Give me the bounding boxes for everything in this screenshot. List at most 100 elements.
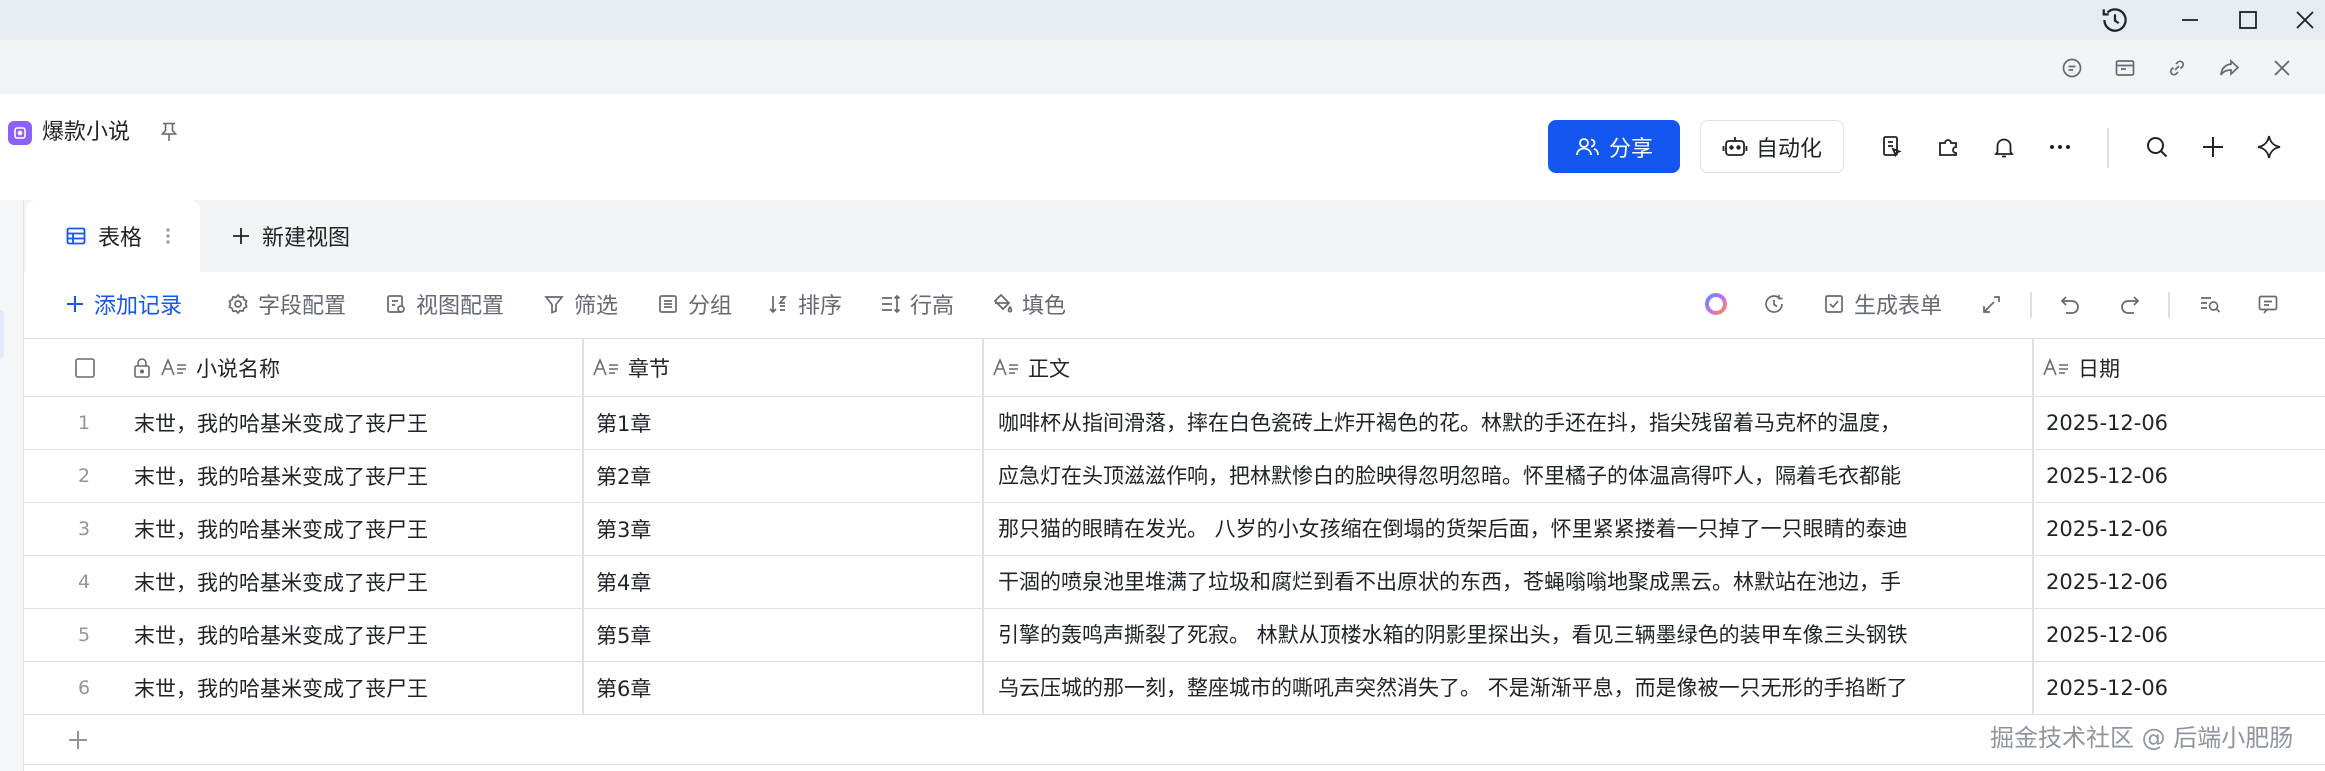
cell-body[interactable]: 那只猫的眼睛在发光。 八岁的小女孩缩在倒塌的货架后面，怀里紧紧搂着一只掉了一只眼… [998, 503, 2044, 555]
view-config-button[interactable]: 视图配置 [384, 286, 504, 322]
cell-body[interactable]: 应急灯在头顶滋滋作响，把林默惨白的脸映得忽明忽暗。怀里橘子的体温高得吓人，隔着毛… [998, 450, 2044, 502]
cell-body[interactable]: 干涸的喷泉池里堆满了垃圾和腐烂到看不出原状的东西，苍蝇嗡嗡地聚成黑云。林默站在池… [998, 556, 2044, 608]
generate-form-button[interactable]: 生成表单 [1822, 286, 1942, 322]
cell-chapter[interactable]: 第5章 [596, 609, 976, 661]
comment-icon[interactable] [2052, 48, 2092, 88]
cell-chapter[interactable]: 第3章 [596, 503, 976, 555]
table-row[interactable]: 6 末世，我的哈基米变成了丧尸王 第6章 乌云压城的那一刻，整座城市的嘶吼声突然… [24, 662, 2325, 715]
table-row[interactable]: 3 末世，我的哈基米变成了丧尸王 第3章 那只猫的眼睛在发光。 八岁的小女孩缩在… [24, 503, 2325, 556]
column-header-date-label: 日期 [2078, 356, 2120, 381]
cell-chapter[interactable]: 第2章 [596, 450, 976, 502]
cell-chapter[interactable]: 第1章 [596, 397, 976, 449]
add-row-bar[interactable] [24, 713, 2325, 765]
column-header-body[interactable]: 正文 [992, 339, 2032, 396]
history-icon[interactable] [2085, 0, 2145, 40]
table-row[interactable]: 5 末世，我的哈基米变成了丧尸王 第5章 引擎的轰鸣声撕裂了死寂。 林默从顶楼水… [24, 609, 2325, 662]
group-label: 分组 [688, 294, 733, 319]
rail-indicator [0, 310, 4, 358]
cell-body[interactable]: 引擎的轰鸣声撕裂了死寂。 林默从顶楼水箱的阴影里探出头，看见三辆墨绿色的装甲车像… [998, 609, 2044, 661]
column-header-chapter[interactable]: 章节 [592, 339, 972, 396]
column-header-name[interactable]: 小说名称 [132, 339, 572, 396]
comment-icon[interactable] [2250, 286, 2286, 322]
ai-color-icon[interactable] [1698, 286, 1734, 322]
cell-date[interactable]: 2025-12-06 [2046, 450, 2316, 502]
table-header-row: 小说名称 章节 正文 日期 [24, 338, 2325, 397]
search-icon[interactable] [2136, 126, 2178, 168]
cell-chapter[interactable]: 第6章 [596, 662, 976, 714]
tab-options-icon[interactable] [158, 222, 178, 250]
filter-button[interactable]: 筛选 [542, 286, 618, 322]
add-record-button[interactable]: 添加记录 [64, 286, 182, 322]
cell-name[interactable]: 末世，我的哈基米变成了丧尸王 [134, 609, 574, 661]
maximize-icon[interactable] [2218, 0, 2278, 40]
link-icon[interactable] [2157, 48, 2197, 88]
table-row[interactable]: 1 末世，我的哈基米变成了丧尸王 第1章 咖啡杯从指间滑落，摔在白色瓷砖上炸开褐… [24, 397, 2325, 450]
doc-icon[interactable] [1871, 126, 1913, 168]
cell-name[interactable]: 末世，我的哈基米变成了丧尸王 [134, 397, 574, 449]
share-view-icon[interactable] [1974, 286, 2010, 322]
cell-name[interactable]: 末世，我的哈基米变成了丧尸王 [134, 556, 574, 608]
share-button[interactable]: 分享 [1548, 120, 1680, 173]
cell-date[interactable]: 2025-12-06 [2046, 662, 2316, 714]
text-field-icon [161, 357, 186, 375]
fill-color-button[interactable]: 填色 [990, 286, 1066, 322]
table-row[interactable]: 2 末世，我的哈基米变成了丧尸王 第2章 应急灯在头顶滋滋作响，把林默惨白的脸映… [24, 450, 2325, 503]
close-icon[interactable] [2262, 48, 2302, 88]
cell-name[interactable]: 末世，我的哈基米变成了丧尸王 [134, 503, 574, 555]
cell-date[interactable]: 2025-12-06 [2046, 556, 2316, 608]
redo-icon[interactable] [2112, 286, 2148, 322]
row-index: 4 [77, 571, 91, 593]
share-arrow-icon[interactable] [2210, 48, 2250, 88]
column-header-date[interactable]: 日期 [2042, 339, 2322, 396]
plus-icon[interactable] [2192, 126, 2234, 168]
close-icon[interactable] [2275, 0, 2325, 40]
cell-date[interactable]: 2025-12-06 [2046, 609, 2316, 661]
cell-name[interactable]: 末世，我的哈基米变成了丧尸王 [134, 662, 574, 714]
plugin-icon[interactable] [1927, 126, 1969, 168]
document-title[interactable]: 爆款小说 [42, 116, 130, 150]
ai-sparkle-icon[interactable] [2248, 126, 2290, 168]
cell-name[interactable]: 末世，我的哈基米变成了丧尸王 [134, 450, 574, 502]
table-icon [66, 227, 86, 245]
sort-icon [769, 296, 787, 314]
select-all-checkbox[interactable] [70, 339, 100, 396]
row-index: 3 [77, 518, 91, 540]
column-divider[interactable] [2032, 338, 2034, 715]
automation-button[interactable]: 自动化 [1700, 120, 1844, 173]
cell-body[interactable]: 咖啡杯从指间滑落，摔在白色瓷砖上炸开褐色的花。林默的手还在抖，指尖残留着马克杯的… [998, 397, 2044, 449]
minimize-icon[interactable] [2160, 0, 2220, 40]
group-button[interactable]: 分组 [656, 286, 732, 322]
text-field-icon [993, 357, 1018, 375]
column-divider[interactable] [982, 338, 984, 715]
tab-grid-view-label: 表格 [98, 226, 143, 251]
generate-form-label: 生成表单 [1854, 294, 1943, 319]
cell-date[interactable]: 2025-12-06 [2046, 397, 2316, 449]
cell-chapter[interactable]: 第4章 [596, 556, 976, 608]
find-icon[interactable] [2192, 286, 2228, 322]
pin-icon[interactable] [156, 118, 182, 146]
more-icon[interactable] [2039, 126, 2081, 168]
row-index: 5 [77, 624, 91, 646]
cell-body[interactable]: 乌云压城的那一刻，整座城市的嘶吼声突然消失了。 不是渐渐平息，而是像被一只无形的… [998, 662, 2044, 714]
view-tabbar [24, 200, 2325, 272]
lock-icon [134, 357, 150, 378]
fill-color-label: 填色 [1022, 294, 1067, 319]
window-titlebar [0, 0, 2325, 40]
column-divider[interactable] [582, 338, 584, 715]
sort-button[interactable]: 排序 [766, 286, 842, 322]
history-icon[interactable] [1756, 286, 1792, 322]
filter-label: 筛选 [574, 294, 619, 319]
row-index: 6 [77, 677, 91, 699]
table-row[interactable]: 4 末世，我的哈基米变成了丧尸王 第4章 干涸的喷泉池里堆满了垃圾和腐烂到看不出… [24, 556, 2325, 609]
layout-icon[interactable] [2105, 48, 2145, 88]
gear-icon [228, 293, 248, 315]
share-button-label: 分享 [1608, 136, 1653, 162]
new-view-button[interactable]: 新建视图 [230, 218, 350, 254]
bell-icon[interactable] [1983, 126, 2025, 168]
cell-date[interactable]: 2025-12-06 [2046, 503, 2316, 555]
row-height-button[interactable]: 行高 [878, 286, 954, 322]
undo-icon[interactable] [2052, 286, 2088, 322]
column-header-chapter-label: 章节 [628, 356, 670, 381]
add-row-plus-icon[interactable] [64, 726, 92, 754]
field-config-button[interactable]: 字段配置 [226, 286, 346, 322]
